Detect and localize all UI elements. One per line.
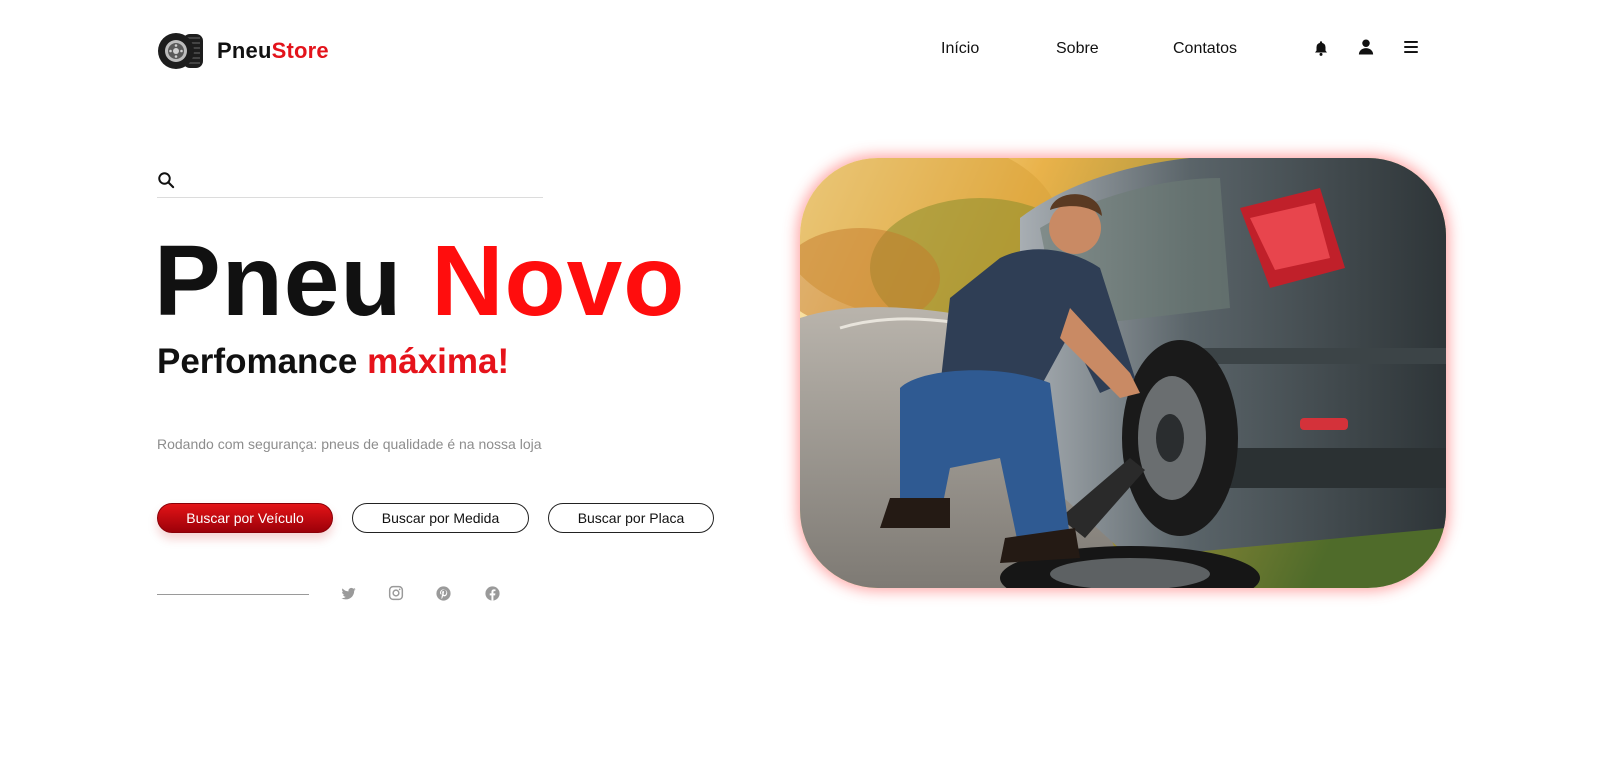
hero-subtitle-part2: máxima!: [367, 342, 510, 381]
hero-title-part2: Novo: [431, 225, 686, 337]
bell-icon[interactable]: [1310, 37, 1332, 59]
search-by-size-button[interactable]: Buscar por Medida: [352, 503, 529, 533]
instagram-icon[interactable]: [386, 583, 406, 603]
pinterest-icon[interactable]: [433, 583, 453, 603]
search-by-vehicle-button[interactable]: Buscar por Veículo: [157, 503, 333, 533]
user-icon[interactable]: [1355, 36, 1377, 58]
facebook-icon[interactable]: [482, 583, 502, 603]
brand-name-part2: Store: [271, 38, 329, 63]
twitter-icon[interactable]: [338, 583, 358, 603]
hero-title: Pneu Novo: [154, 226, 685, 336]
brand-name: PneuStore: [217, 38, 329, 64]
hero-tagline: Rodando com segurança: pneus de qualidad…: [157, 436, 542, 452]
social-divider: [157, 594, 309, 595]
nav-item-inicio[interactable]: Início: [941, 40, 979, 58]
nav-item-contatos[interactable]: Contatos: [1173, 40, 1237, 58]
search-by-plate-button[interactable]: Buscar por Placa: [548, 503, 714, 533]
brand-logo[interactable]: PneuStore: [157, 32, 329, 70]
nav-item-sobre[interactable]: Sobre: [1056, 40, 1099, 58]
brand-name-part1: Pneu: [217, 38, 272, 63]
search-bar: [157, 162, 543, 198]
hero-subtitle: Perfomance máxima!: [157, 342, 509, 382]
menu-icon[interactable]: [1400, 36, 1422, 58]
hero-image: [800, 158, 1446, 588]
search-input[interactable]: [185, 171, 543, 188]
hero-title-part1: Pneu: [154, 225, 403, 337]
search-icon[interactable]: [157, 171, 175, 189]
hero-subtitle-part1: Perfomance: [157, 342, 358, 381]
tire-logo-icon: [158, 33, 203, 69]
